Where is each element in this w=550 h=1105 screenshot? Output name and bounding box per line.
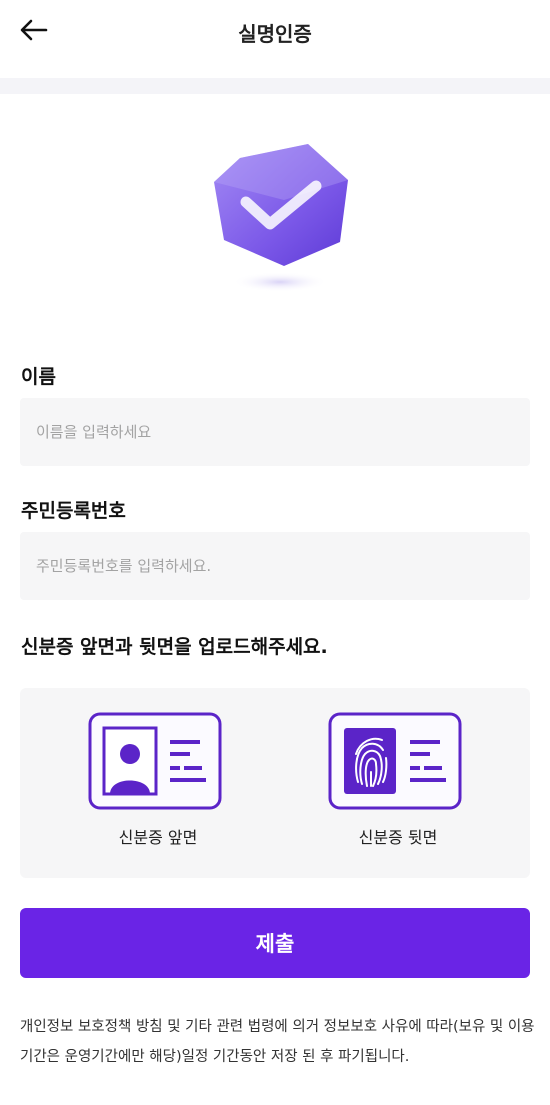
id-card-fingerprint-icon: [328, 712, 462, 810]
page-title: 실명인증: [238, 22, 312, 46]
name-input[interactable]: [20, 398, 530, 466]
shield-check-icon: [214, 144, 348, 292]
top-bar: 실명인증: [0, 0, 550, 62]
rrn-label: 주민등록번호: [21, 500, 126, 522]
submit-button[interactable]: 제출: [20, 908, 530, 978]
section-divider: [0, 78, 550, 94]
rrn-input[interactable]: [20, 532, 530, 600]
id-card-person-icon: [88, 712, 222, 810]
id-back-label: 신분증 뒷면: [358, 828, 438, 847]
upload-label: 신분증 앞면과 뒷면을 업로드해주세요.: [21, 636, 328, 658]
id-back-upload-button[interactable]: 신분증 뒷면: [328, 712, 468, 857]
id-front-label: 신분증 앞면: [118, 828, 198, 847]
id-front-upload-button[interactable]: 신분증 앞면: [88, 712, 228, 857]
id-upload-panel: 신분증 앞면 신분증 뒷면: [20, 688, 530, 878]
privacy-notice: 개인정보 보호정책 방침 및 기타 관련 법령에 의거 정보보호 사유에 따라(…: [20, 1019, 535, 1065]
name-label: 이름: [21, 366, 56, 388]
